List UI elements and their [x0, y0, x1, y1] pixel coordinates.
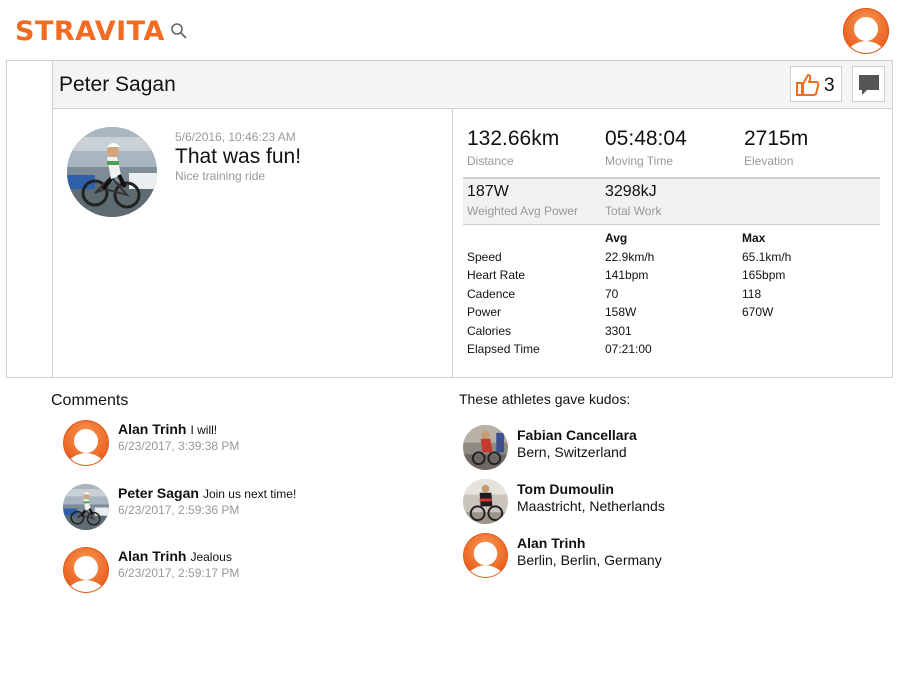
comment-text: Join us next time!	[202, 487, 297, 501]
column-header-avg: Avg	[605, 231, 628, 245]
row-label: Power	[467, 305, 502, 319]
kudos-count: 3	[824, 75, 835, 96]
athlete-avatar[interactable]	[463, 533, 508, 578]
athlete-name[interactable]: Peter Sagan	[59, 73, 176, 97]
row-label: Cadence	[467, 287, 516, 301]
stat-value: 05:48:04	[605, 127, 687, 150]
comment-text: I will!	[190, 423, 218, 437]
athlete-location: Bern, Switzerland	[517, 444, 627, 460]
activity-header: Peter Sagan 3	[53, 61, 892, 109]
athlete-avatar[interactable]	[463, 479, 508, 524]
athlete-location: Berlin, Berlin, Germany	[517, 552, 662, 568]
row-max: 165bpm	[742, 268, 786, 282]
divider	[463, 224, 880, 225]
ride-description: Nice training ride	[175, 169, 266, 183]
commenter-name[interactable]: Peter Sagan	[118, 485, 199, 501]
stat-value: 2715m	[744, 127, 809, 150]
ride-date: 5/6/2016, 10:46:23 AM	[175, 130, 296, 144]
row-avg: 3301	[605, 324, 632, 338]
row-max: 65.1km/h	[742, 250, 792, 264]
stat-label: Total Work	[605, 204, 662, 218]
column-header-max: Max	[742, 231, 766, 245]
commenter-avatar[interactable]	[63, 547, 109, 593]
stat-moving-time: 05:48:04 Moving Time	[605, 127, 687, 168]
thumbs-up-icon	[796, 74, 820, 96]
kudos-athlete-item[interactable]: Tom Dumoulin Maastricht, Netherlands	[463, 479, 843, 525]
row-avg: 70	[605, 287, 619, 301]
row-avg: 141bpm	[605, 268, 649, 282]
row-avg: 158W	[605, 305, 637, 319]
row-label: Elapsed Time	[467, 342, 540, 356]
stat-total-work: 3298kJ Total Work	[605, 183, 661, 218]
ride-photo	[67, 127, 157, 217]
row-avg: 07:21:00	[605, 342, 652, 356]
stat-label: Weighted Avg Power	[467, 204, 578, 218]
search-icon[interactable]	[170, 22, 188, 40]
commenter-name[interactable]: Alan Trinh	[118, 421, 186, 437]
stat-label: Moving Time	[605, 154, 674, 168]
stat-value: 187W	[467, 183, 509, 200]
commenter-name[interactable]: Alan Trinh	[118, 548, 186, 564]
kudos-list-title: These athletes gave kudos:	[459, 391, 631, 407]
stat-distance: 132.66km Distance	[467, 127, 559, 168]
user-avatar[interactable]	[843, 8, 889, 54]
row-max: 670W	[742, 305, 774, 319]
comment-icon	[859, 75, 879, 95]
activity-stats: 132.66km Distance 05:48:04 Moving Time 2…	[454, 109, 894, 377]
athlete-name[interactable]: Fabian Cancellara	[517, 427, 637, 443]
stat-value: 132.66km	[467, 127, 560, 150]
comment-item: Peter Sagan Join us next time! 6/23/2017,…	[63, 484, 423, 530]
stat-elevation: 2715m Elevation	[744, 127, 808, 168]
stat-weighted-power: 187W Weighted Avg Power	[467, 183, 578, 218]
activity-summary: 5/6/2016, 10:46:23 AM That was fun! Nice…	[53, 109, 453, 377]
app-logo[interactable]: STRAVITA	[15, 16, 165, 47]
stat-label: Elevation	[744, 154, 794, 168]
stat-value: 3298kJ	[605, 183, 657, 200]
comments-title: Comments	[51, 392, 129, 409]
comment-date: 6/23/2017, 2:59:17 PM	[118, 566, 240, 580]
activity-card: Peter Sagan 3 5/6/2016, 10:46:23 AM That…	[6, 60, 893, 378]
kudos-button[interactable]: 3	[790, 66, 842, 102]
athlete-avatar[interactable]	[463, 425, 508, 470]
comment-button[interactable]	[852, 66, 885, 102]
commenter-avatar[interactable]	[63, 484, 109, 530]
stat-label: Distance	[467, 154, 514, 168]
comment-item: Alan Trinh Jealous 6/23/2017, 2:59:17 PM	[63, 547, 423, 593]
card-gutter	[7, 61, 53, 377]
row-label: Calories	[467, 324, 512, 338]
comment-text: Jealous	[190, 550, 232, 564]
kudos-athlete-item[interactable]: Alan Trinh Berlin, Berlin, Germany	[463, 533, 843, 579]
kudos-athlete-item[interactable]: Fabian Cancellara Bern, Switzerland	[463, 425, 843, 471]
row-label: Heart Rate	[467, 268, 526, 282]
top-bar: STRAVITA	[0, 0, 900, 60]
row-avg: 22.9km/h	[605, 250, 655, 264]
comment-date: 6/23/2017, 3:39:38 PM	[118, 439, 240, 453]
ride-title: That was fun!	[175, 145, 302, 168]
comment-item: Alan Trinh I will! 6/23/2017, 3:39:38 PM	[63, 420, 423, 466]
row-label: Speed	[467, 250, 502, 264]
athlete-location: Maastricht, Netherlands	[517, 498, 665, 514]
commenter-avatar[interactable]	[63, 420, 109, 466]
comment-date: 6/23/2017, 2:59:36 PM	[118, 503, 240, 517]
athlete-name[interactable]: Alan Trinh	[517, 535, 585, 551]
row-max: 118	[742, 287, 762, 301]
athlete-name[interactable]: Tom Dumoulin	[517, 481, 614, 497]
